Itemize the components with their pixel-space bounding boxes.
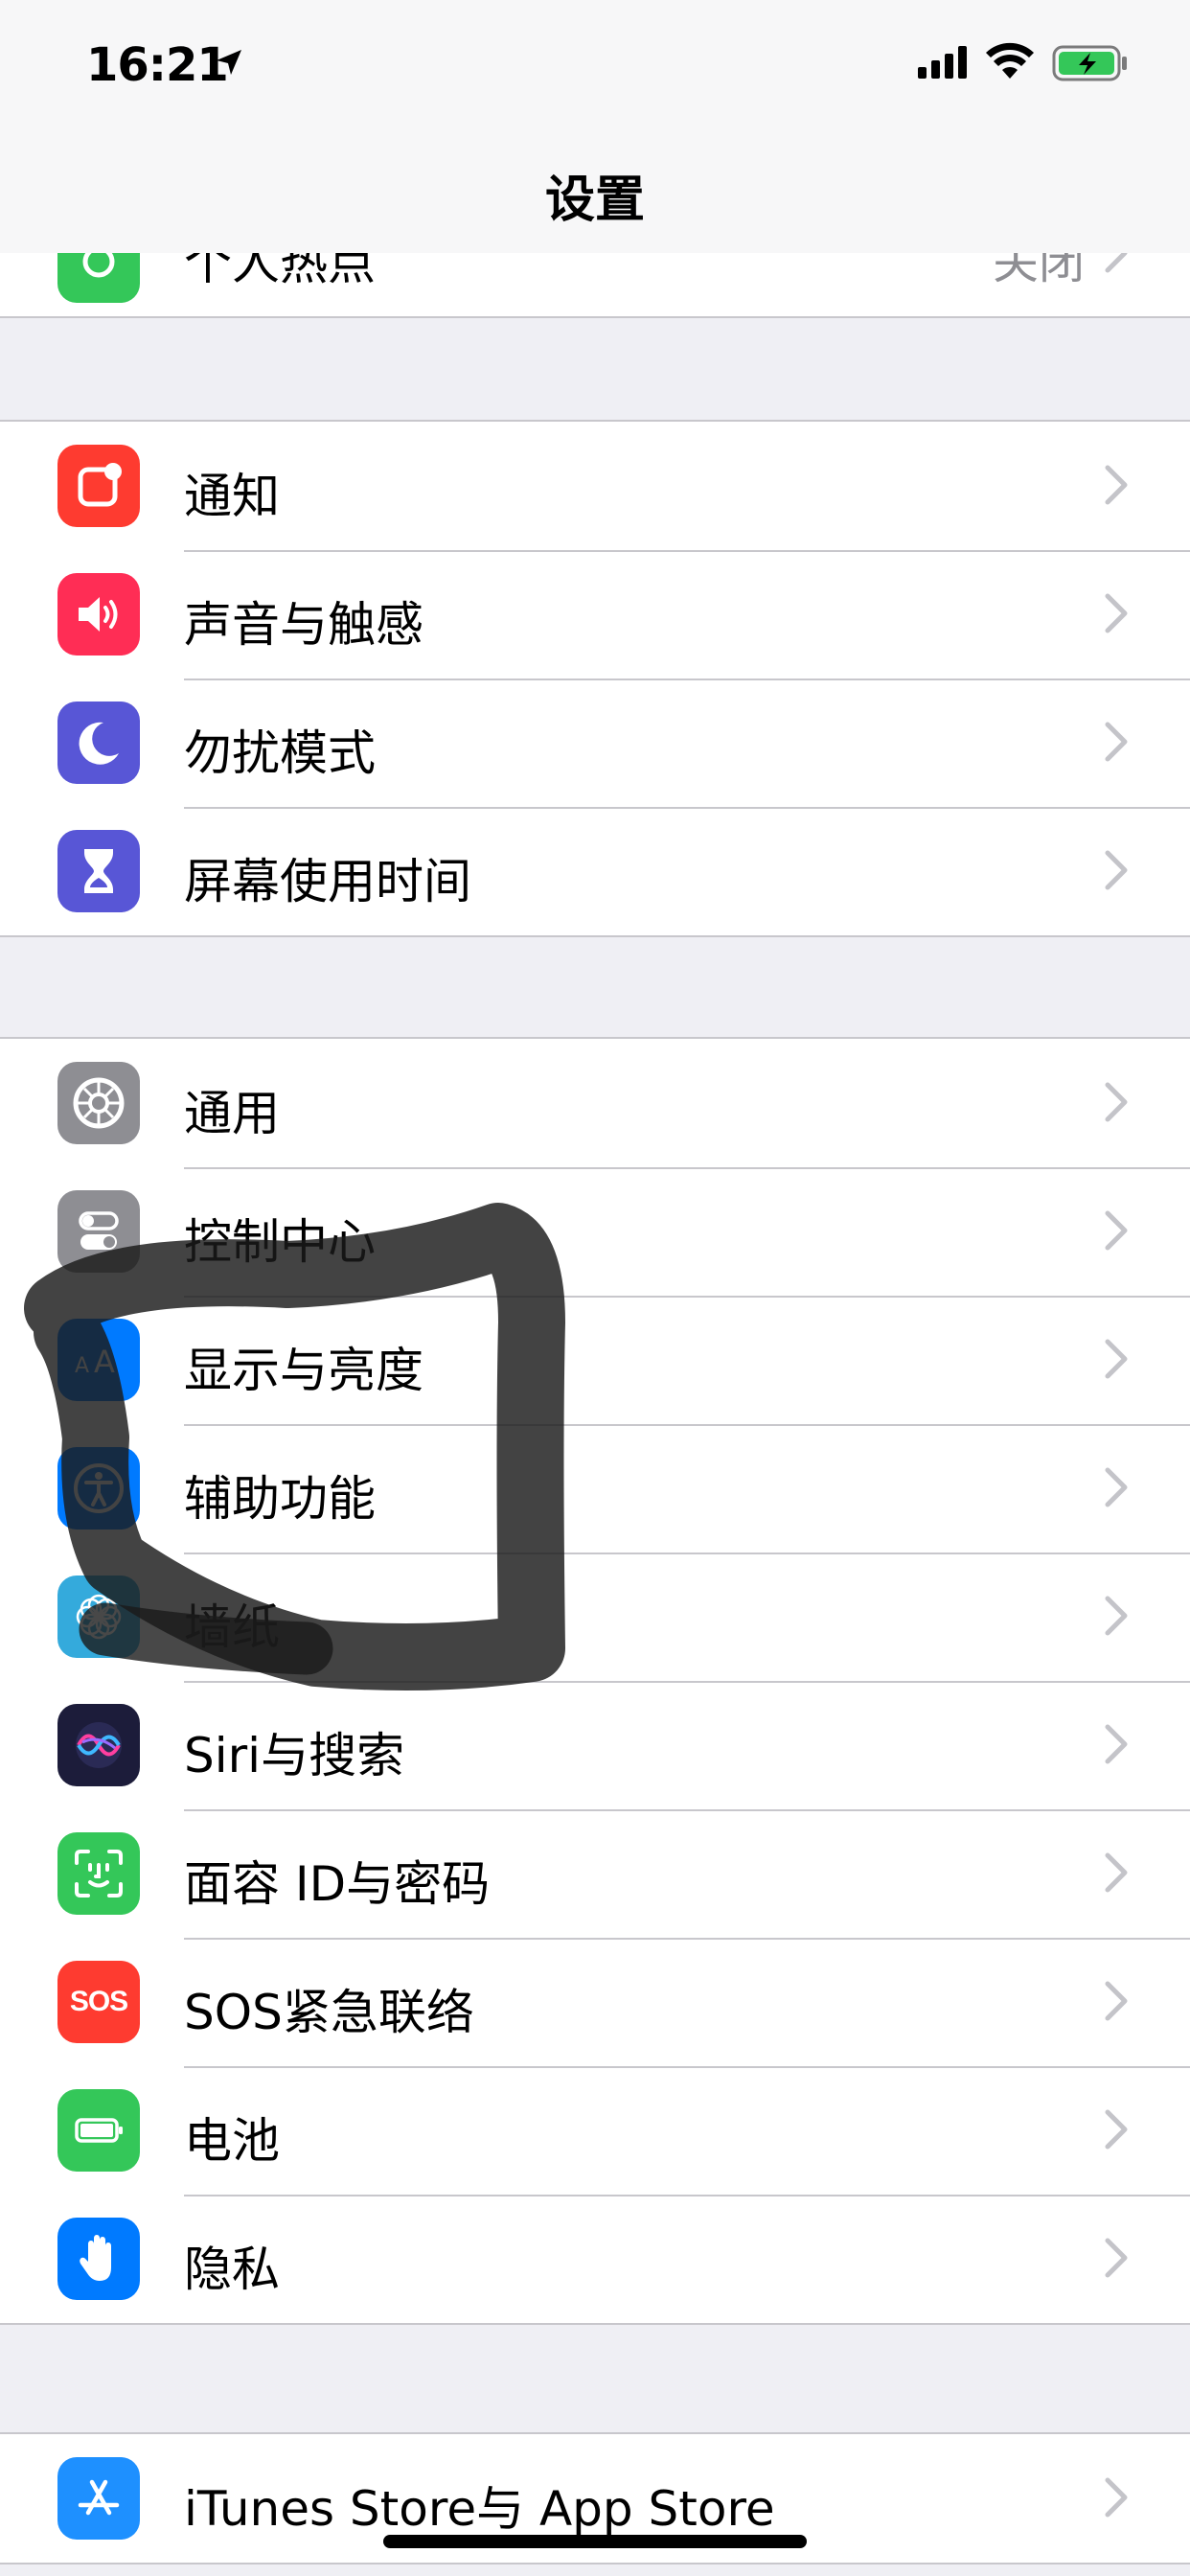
app-store-icon	[57, 2457, 140, 2540]
hourglass-icon	[57, 830, 140, 912]
settings-row-accessibility[interactable]: 辅助功能	[0, 1424, 1190, 1552]
chevron-right-icon	[1105, 593, 1128, 633]
face-id-icon	[57, 1832, 140, 1915]
toggles-icon	[57, 1190, 140, 1273]
chevron-right-icon	[1105, 1596, 1128, 1636]
moon-icon	[57, 702, 140, 784]
settings-row-battery[interactable]: 电池	[0, 2066, 1190, 2195]
speaker-icon	[57, 573, 140, 656]
chevron-right-icon	[1105, 253, 1128, 273]
chevron-right-icon	[1105, 722, 1128, 762]
chevron-right-icon	[1105, 2477, 1128, 2518]
settings-row-label: 隐私	[184, 2242, 280, 2297]
siri-icon	[57, 1704, 140, 1786]
settings-row-control-center[interactable]: 控制中心	[0, 1167, 1190, 1296]
settings-row-label: 个人热点	[184, 253, 376, 290]
chevron-right-icon	[1105, 465, 1128, 505]
battery-icon	[57, 2089, 140, 2172]
settings-row-label: 面容 ID与密码	[184, 1856, 491, 1912]
settings-row-screen-time[interactable]: 屏幕使用时间	[0, 807, 1190, 935]
svg-text:A: A	[75, 1354, 89, 1378]
sos-icon: SOS	[57, 1961, 140, 2043]
location-arrow-icon	[217, 50, 241, 75]
chevron-right-icon	[1105, 2109, 1128, 2150]
notifications-icon	[57, 445, 140, 527]
home-indicator[interactable]	[383, 2535, 807, 2548]
chevron-right-icon	[1105, 850, 1128, 890]
text-size-icon: AA	[57, 1319, 140, 1401]
settings-row-personal-hotspot[interactable]: 个人热点 关闭	[0, 253, 1190, 318]
settings-row-label: 通用	[184, 1086, 280, 1141]
settings-row-privacy[interactable]: 隐私	[0, 2195, 1190, 2323]
page-title: 设置	[544, 172, 645, 229]
cellular-signal-icon	[918, 46, 967, 79]
chevron-right-icon	[1105, 1339, 1128, 1379]
gear-icon	[57, 1062, 140, 1144]
settings-row-label: 墙纸	[184, 1599, 280, 1655]
chevron-right-icon	[1105, 1210, 1128, 1251]
settings-row-label: 勿扰模式	[184, 725, 376, 781]
svg-text:A: A	[94, 1344, 115, 1380]
chevron-right-icon	[1105, 1852, 1128, 1893]
flower-icon	[57, 1576, 140, 1658]
settings-row-label: 辅助功能	[184, 1471, 376, 1527]
settings-row-value: 关闭	[992, 253, 1085, 289]
hand-icon	[57, 2218, 140, 2300]
settings-row-label: 通知	[184, 469, 280, 524]
status-bar: 16:21	[0, 0, 1190, 130]
status-time: 16:21	[86, 38, 229, 92]
settings-row-display-brightness[interactable]: AA 显示与亮度	[0, 1296, 1190, 1424]
settings-row-siri[interactable]: Siri与搜索	[0, 1681, 1190, 1809]
chevron-right-icon	[1105, 2238, 1128, 2278]
settings-row-emergency-sos[interactable]: SOS SOS紧急联络	[0, 1938, 1190, 2066]
settings-row-notifications[interactable]: 通知	[0, 422, 1190, 550]
settings-row-label: SOS紧急联络	[184, 1985, 474, 2040]
settings-row-label: 屏幕使用时间	[184, 854, 471, 909]
settings-group-1: 通知 声音与触感 勿扰模式 屏幕使用时间	[0, 420, 1190, 937]
settings-group-2: 通用 控制中心 AA 显示与亮度 辅助功能 墙纸 Siri与搜索 面容 ID与密…	[0, 1037, 1190, 2325]
chevron-right-icon	[1105, 1082, 1128, 1122]
settings-row-face-id[interactable]: 面容 ID与密码	[0, 1809, 1190, 1938]
settings-row-label: 控制中心	[184, 1214, 376, 1270]
settings-row-label: 电池	[184, 2113, 280, 2169]
hotspot-icon	[57, 253, 140, 303]
settings-row-do-not-disturb[interactable]: 勿扰模式	[0, 678, 1190, 807]
wifi-icon	[986, 42, 1034, 79]
settings-row-sounds[interactable]: 声音与触感	[0, 550, 1190, 678]
settings-row-label: 声音与触感	[184, 597, 423, 653]
settings-row-wallpaper[interactable]: 墙纸	[0, 1552, 1190, 1681]
chevron-right-icon	[1105, 1467, 1128, 1507]
settings-row-label: iTunes Store与 App Store	[184, 2481, 775, 2537]
settings-row-general[interactable]: 通用	[0, 1039, 1190, 1167]
settings-row-label: Siri与搜索	[184, 1728, 405, 1783]
accessibility-icon	[57, 1447, 140, 1530]
battery-charging-icon	[1052, 45, 1127, 81]
sos-icon-text: SOS	[69, 1986, 128, 2017]
chevron-right-icon	[1105, 1981, 1128, 2021]
settings-row-label: 显示与亮度	[184, 1343, 423, 1398]
chevron-right-icon	[1105, 1724, 1128, 1764]
